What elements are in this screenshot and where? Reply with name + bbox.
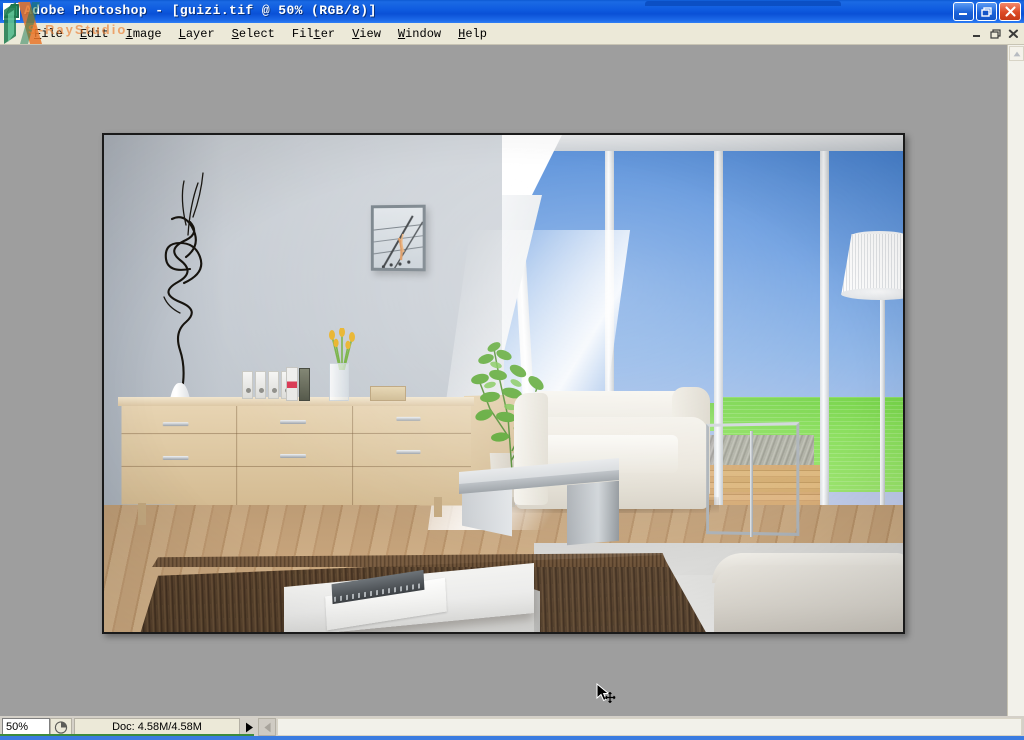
red-book <box>286 367 298 401</box>
menu-item-list: File Edit Image Layer Select Filter View… <box>26 23 496 45</box>
menu-item-window[interactable]: Window <box>390 24 450 44</box>
maximize-button[interactable] <box>976 2 997 21</box>
menu-item-layer[interactable]: Layer <box>171 24 224 44</box>
scroll-up-arrow-icon[interactable] <box>1009 46 1024 61</box>
window-mullion-3 <box>820 135 829 535</box>
window-soffit <box>504 135 903 151</box>
photoshop-icon <box>3 3 20 20</box>
side-table-leg <box>750 431 753 537</box>
floor-lamp-pole <box>880 300 885 525</box>
menu-item-file[interactable]: File <box>26 24 72 44</box>
artwork-canvas <box>373 207 423 269</box>
floor-lamp-shade <box>841 234 903 296</box>
glass-vase <box>329 363 349 401</box>
menu-item-help[interactable]: Help <box>450 24 496 44</box>
sideboard-leg-left <box>138 503 146 525</box>
framed-artwork <box>370 204 426 272</box>
menu-item-select[interactable]: Select <box>224 24 284 44</box>
title-bar-inner-shape <box>645 1 841 6</box>
photoshop-window: Adobe Photoshop - [guizi.tif @ 50% (RGB/… <box>0 0 1024 740</box>
metal-table-leg <box>567 480 619 546</box>
close-button[interactable] <box>999 2 1021 21</box>
mdi-minimize-icon[interactable] <box>969 26 985 41</box>
rendered-interior-scene <box>104 135 903 632</box>
menu-item-image[interactable]: Image <box>118 24 171 44</box>
app-vertical-scrollbar[interactable] <box>1007 45 1024 716</box>
taskbar-edge <box>0 736 1024 740</box>
mdi-close-icon[interactable] <box>1005 26 1021 41</box>
work-area <box>0 45 1007 716</box>
prev-arrow-icon[interactable] <box>258 718 276 736</box>
dark-book <box>299 368 310 401</box>
menu-item-edit[interactable]: Edit <box>72 24 118 44</box>
menu-item-view[interactable]: View <box>344 24 390 44</box>
sofa-body <box>714 565 903 632</box>
menu-bar: File Edit Image Layer Select Filter View… <box>0 23 1024 45</box>
minimize-button[interactable] <box>953 2 974 21</box>
move-tool-cursor <box>596 682 616 705</box>
status-bar-filler <box>277 718 1022 736</box>
decorative-branches <box>146 165 256 392</box>
menu-item-filter[interactable]: Filter <box>284 24 344 44</box>
title-bar: Adobe Photoshop - [guizi.tif @ 50% (RGB/… <box>0 0 1024 23</box>
wooden-tray <box>370 386 406 401</box>
window-title: Adobe Photoshop - [guizi.tif @ 50% (RGB/… <box>24 3 377 18</box>
sideboard-leg-right <box>434 497 442 517</box>
mdi-restore-icon[interactable] <box>987 26 1003 41</box>
document-canvas[interactable] <box>102 133 905 634</box>
sideboard <box>121 399 472 506</box>
